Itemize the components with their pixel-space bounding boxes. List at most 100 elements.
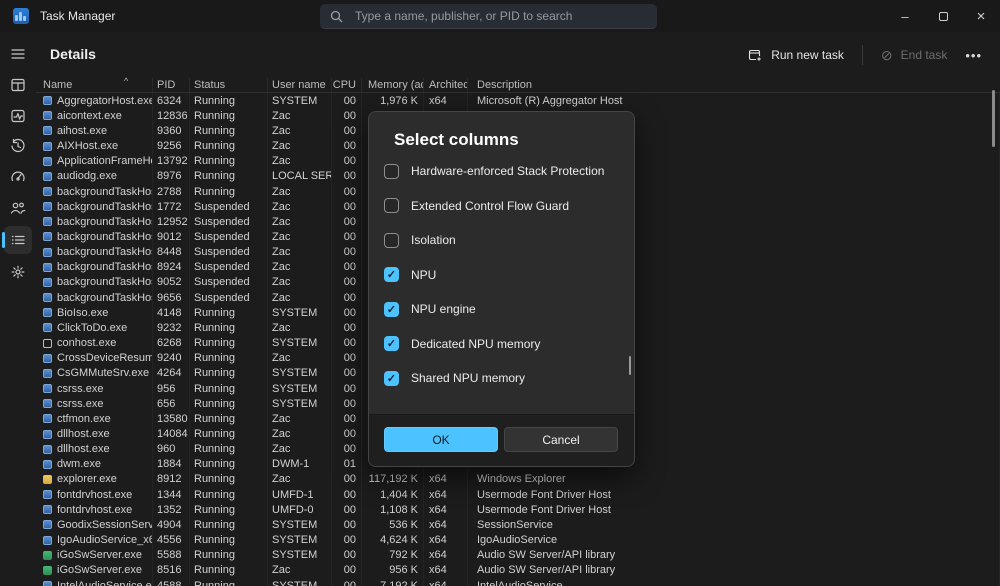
- column-options-list: Hardware-enforced Stack Protection Extend…: [384, 154, 624, 396]
- process-icon: [43, 505, 52, 514]
- cpu-cell: 00: [332, 563, 362, 578]
- dialog-scrollbar[interactable]: [629, 356, 632, 375]
- table-row[interactable]: GoodixSessionServic...4904RunningSYSTEM0…: [36, 517, 1000, 532]
- sidebar-item-details[interactable]: [4, 226, 32, 254]
- desc-cell: Usermode Font Driver Host: [468, 487, 1000, 502]
- pid-cell: 960: [153, 442, 190, 457]
- search-icon: [330, 10, 343, 23]
- pid-cell: 2788: [153, 184, 190, 199]
- column-header-cpu[interactable]: CPU: [332, 78, 362, 92]
- column-option-label: NPU: [411, 268, 436, 282]
- process-name-cell: backgroundTaskHost....: [36, 214, 153, 229]
- cancel-button[interactable]: Cancel: [504, 427, 618, 452]
- sidebar-item-app-history[interactable]: [4, 132, 32, 160]
- end-task-button[interactable]: ⊘ End task: [871, 42, 957, 69]
- process-icon: [43, 126, 52, 135]
- cpu-cell: 00: [332, 154, 362, 169]
- column-option-label: Hardware-enforced Stack Protection: [411, 164, 604, 178]
- sidebar-item-performance[interactable]: [4, 102, 32, 130]
- table-row[interactable]: IntelAudioService.exe4588RunningSYSTEM00…: [36, 578, 1000, 586]
- user-cell: Zac: [268, 199, 332, 214]
- checkbox-checked-icon[interactable]: ✓: [384, 336, 399, 351]
- process-icon: [43, 354, 52, 363]
- user-cell: Zac: [268, 138, 332, 153]
- mem-cell: 4,624 K: [362, 533, 424, 548]
- status-cell: Running: [190, 548, 268, 563]
- cpu-cell: 00: [332, 411, 362, 426]
- pid-cell: 9052: [153, 275, 190, 290]
- table-header: Name^ PID Status User name CPU Memory (a…: [36, 78, 1000, 93]
- cpu-cell: 00: [332, 108, 362, 123]
- column-option[interactable]: ✓Dedicated NPU memory: [384, 327, 624, 362]
- user-cell: Zac: [268, 214, 332, 229]
- pid-cell: 14084: [153, 426, 190, 441]
- checkbox-checked-icon[interactable]: ✓: [384, 267, 399, 282]
- status-cell: Suspended: [190, 214, 268, 229]
- status-cell: Running: [190, 305, 268, 320]
- column-option[interactable]: Hardware-enforced Stack Protection: [384, 154, 624, 189]
- table-row[interactable]: IgoAudioService_x64....4556RunningSYSTEM…: [36, 533, 1000, 548]
- column-header-user-name[interactable]: User name: [268, 78, 332, 92]
- desc-cell: IgoAudioService: [468, 533, 1000, 548]
- search-input[interactable]: Type a name, publisher, or PID to search: [320, 4, 657, 29]
- column-header-name[interactable]: Name^: [36, 78, 153, 92]
- pid-cell: 956: [153, 381, 190, 396]
- arch-cell: x64: [424, 517, 468, 532]
- run-new-task-button[interactable]: Run new task: [738, 43, 854, 68]
- checkbox-unchecked-icon[interactable]: [384, 198, 399, 213]
- process-name-cell: CsGMMuteSrv.exe: [36, 366, 153, 381]
- process-name-cell: aihost.exe: [36, 123, 153, 138]
- status-cell: Suspended: [190, 275, 268, 290]
- user-cell: Zac: [268, 472, 332, 487]
- process-name-cell: csrss.exe: [36, 396, 153, 411]
- arch-cell: x64: [424, 502, 468, 517]
- column-option[interactable]: Isolation: [384, 223, 624, 258]
- table-row[interactable]: fontdrvhost.exe1352RunningUMFD-0001,108 …: [36, 502, 1000, 517]
- task-manager-app-icon: [13, 8, 29, 24]
- sidebar-item-services[interactable]: [4, 258, 32, 286]
- close-button[interactable]: ×: [962, 0, 1000, 32]
- pid-cell: 6268: [153, 336, 190, 351]
- pid-cell: 9360: [153, 123, 190, 138]
- status-cell: Running: [190, 93, 268, 108]
- cpu-cell: 00: [332, 533, 362, 548]
- column-option[interactable]: ✓Shared NPU memory: [384, 361, 624, 396]
- checkbox-checked-icon[interactable]: ✓: [384, 371, 399, 386]
- sidebar-item-users[interactable]: [4, 194, 32, 222]
- process-name-cell: dllhost.exe: [36, 426, 153, 441]
- checkbox-unchecked-icon[interactable]: [384, 233, 399, 248]
- table-scrollbar[interactable]: [992, 90, 995, 147]
- pid-cell: 1352: [153, 502, 190, 517]
- sidebar-item-processes[interactable]: [4, 71, 32, 99]
- ok-button[interactable]: OK: [384, 427, 498, 452]
- table-row[interactable]: iGoSwServer.exe8516RunningZac00956 Kx64A…: [36, 563, 1000, 578]
- checkbox-unchecked-icon[interactable]: [384, 164, 399, 179]
- table-row[interactable]: iGoSwServer.exe5588RunningSYSTEM00792 Kx…: [36, 548, 1000, 563]
- table-row[interactable]: fontdrvhost.exe1344RunningUMFD-1001,404 …: [36, 487, 1000, 502]
- cpu-cell: 00: [332, 548, 362, 563]
- column-option[interactable]: ✓NPU engine: [384, 292, 624, 327]
- more-options-button[interactable]: •••: [957, 48, 990, 63]
- checkbox-checked-icon[interactable]: ✓: [384, 302, 399, 317]
- sidebar: [0, 32, 36, 586]
- column-header-description[interactable]: Description: [468, 78, 1000, 92]
- column-header-status[interactable]: Status: [190, 78, 268, 92]
- process-icon: [43, 581, 52, 586]
- mem-cell: 956 K: [362, 563, 424, 578]
- user-cell: LOCAL SER...: [268, 169, 332, 184]
- maximize-button[interactable]: [924, 0, 962, 32]
- table-row[interactable]: AggregatorHost.exe6324RunningSYSTEM001,9…: [36, 93, 1000, 108]
- minimize-button[interactable]: –: [886, 0, 924, 32]
- mem-cell: 792 K: [362, 548, 424, 563]
- column-header-pid[interactable]: PID: [153, 78, 190, 92]
- column-option[interactable]: ✓ NPU: [384, 258, 624, 293]
- column-option[interactable]: Extended Control Flow Guard: [384, 189, 624, 224]
- menu-button[interactable]: [4, 40, 32, 68]
- desc-cell: IntelAudioService: [468, 578, 1000, 586]
- column-header-memory[interactable]: Memory (ac...: [362, 78, 424, 92]
- table-row[interactable]: explorer.exe8912RunningZac00117,192 Kx64…: [36, 472, 1000, 487]
- column-header-architecture[interactable]: Architec...: [424, 78, 468, 92]
- toolbar: Run new task ⊘ End task •••: [738, 40, 990, 70]
- run-new-task-label: Run new task: [771, 48, 844, 62]
- sidebar-item-startup-apps[interactable]: [4, 163, 32, 191]
